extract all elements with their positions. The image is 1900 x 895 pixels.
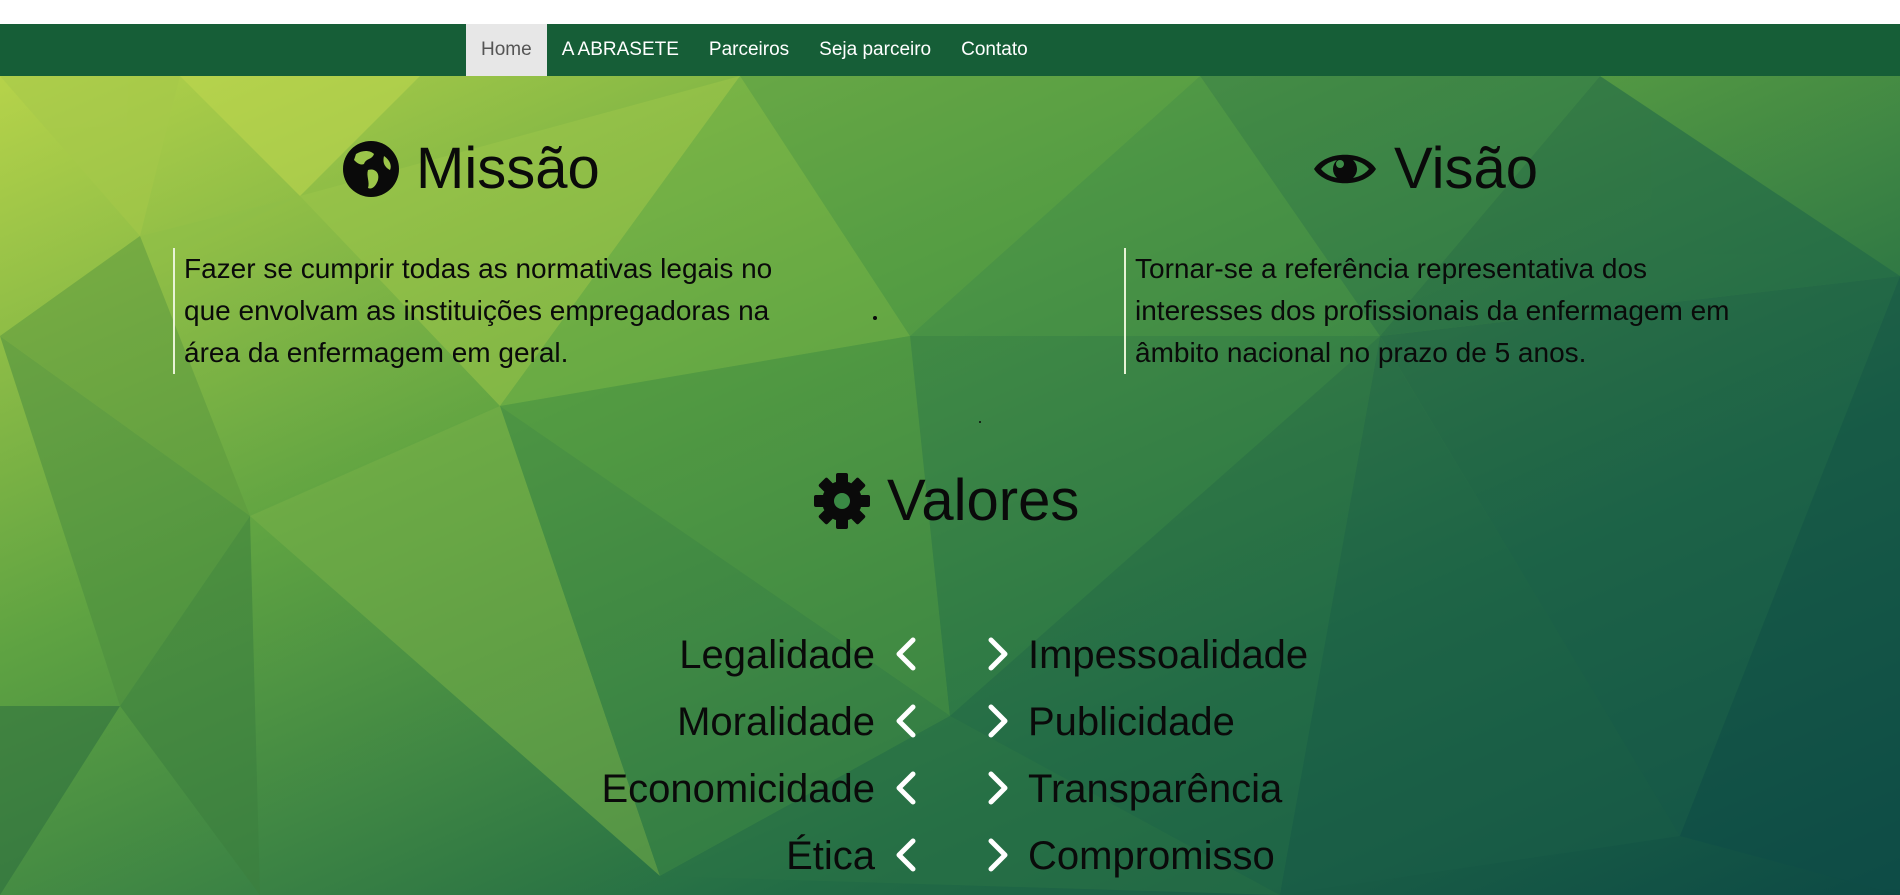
values-title: Valores: [887, 468, 1080, 533]
nav-item-home[interactable]: Home: [466, 24, 547, 76]
values-row: Legalidade Impessoalidade: [0, 628, 1900, 695]
chevron-left-icon: [896, 771, 916, 805]
values-list: Legalidade Impessoalidade Moralidade Pub…: [0, 628, 1900, 895]
value-left: Moralidade: [677, 700, 875, 744]
nav-item-seja-parceiro[interactable]: Seja parceiro: [804, 24, 946, 76]
values-row: Economicidade Transparência: [0, 762, 1900, 829]
chevron-left-icon: [896, 704, 916, 738]
top-navbar: Home A ABRASETE Parceiros Seja parceiro …: [0, 24, 1900, 76]
chevron-left-icon: [896, 637, 916, 671]
values-row: Ética Compromisso: [0, 829, 1900, 895]
mission-title: Missão: [416, 136, 600, 201]
vision-heading: Visão: [1312, 140, 1538, 198]
chevron-right-icon: [988, 838, 1008, 872]
values-heading: Valores: [813, 472, 1079, 530]
vision-text: Tornar-se a referência representativa do…: [1124, 248, 1745, 374]
hero-section: Missão Fazer se cumprir todas as normati…: [0, 76, 1900, 895]
values-row: Moralidade Publicidade: [0, 695, 1900, 762]
chevron-left-icon: [896, 838, 916, 872]
chevron-right-icon: [988, 637, 1008, 671]
mission-text: Fazer se cumprir todas as normativas leg…: [173, 248, 794, 374]
value-right: Publicidade: [1028, 700, 1235, 744]
vision-title: Visão: [1394, 136, 1539, 201]
nav-menu: Home A ABRASETE Parceiros Seja parceiro …: [466, 24, 1043, 76]
nav-item-contato[interactable]: Contato: [946, 24, 1043, 76]
value-right: Impessoalidade: [1028, 633, 1309, 677]
value-left: Economicidade: [601, 767, 876, 811]
globe-icon: [342, 140, 400, 198]
nav-item-abrasete[interactable]: A ABRASETE: [547, 24, 694, 76]
chevron-right-icon: [988, 771, 1008, 805]
value-left: Legalidade: [679, 633, 875, 677]
stray-dot: [979, 421, 981, 423]
value-left: Ética: [786, 834, 875, 878]
chevron-right-icon: [988, 704, 1008, 738]
gear-icon: [813, 472, 871, 530]
value-right: Transparência: [1028, 767, 1283, 811]
stray-dot: [873, 316, 877, 320]
value-right: Compromisso: [1028, 834, 1275, 878]
mission-heading: Missão: [342, 140, 600, 198]
eye-icon: [1312, 144, 1378, 194]
nav-item-parceiros[interactable]: Parceiros: [694, 24, 804, 76]
